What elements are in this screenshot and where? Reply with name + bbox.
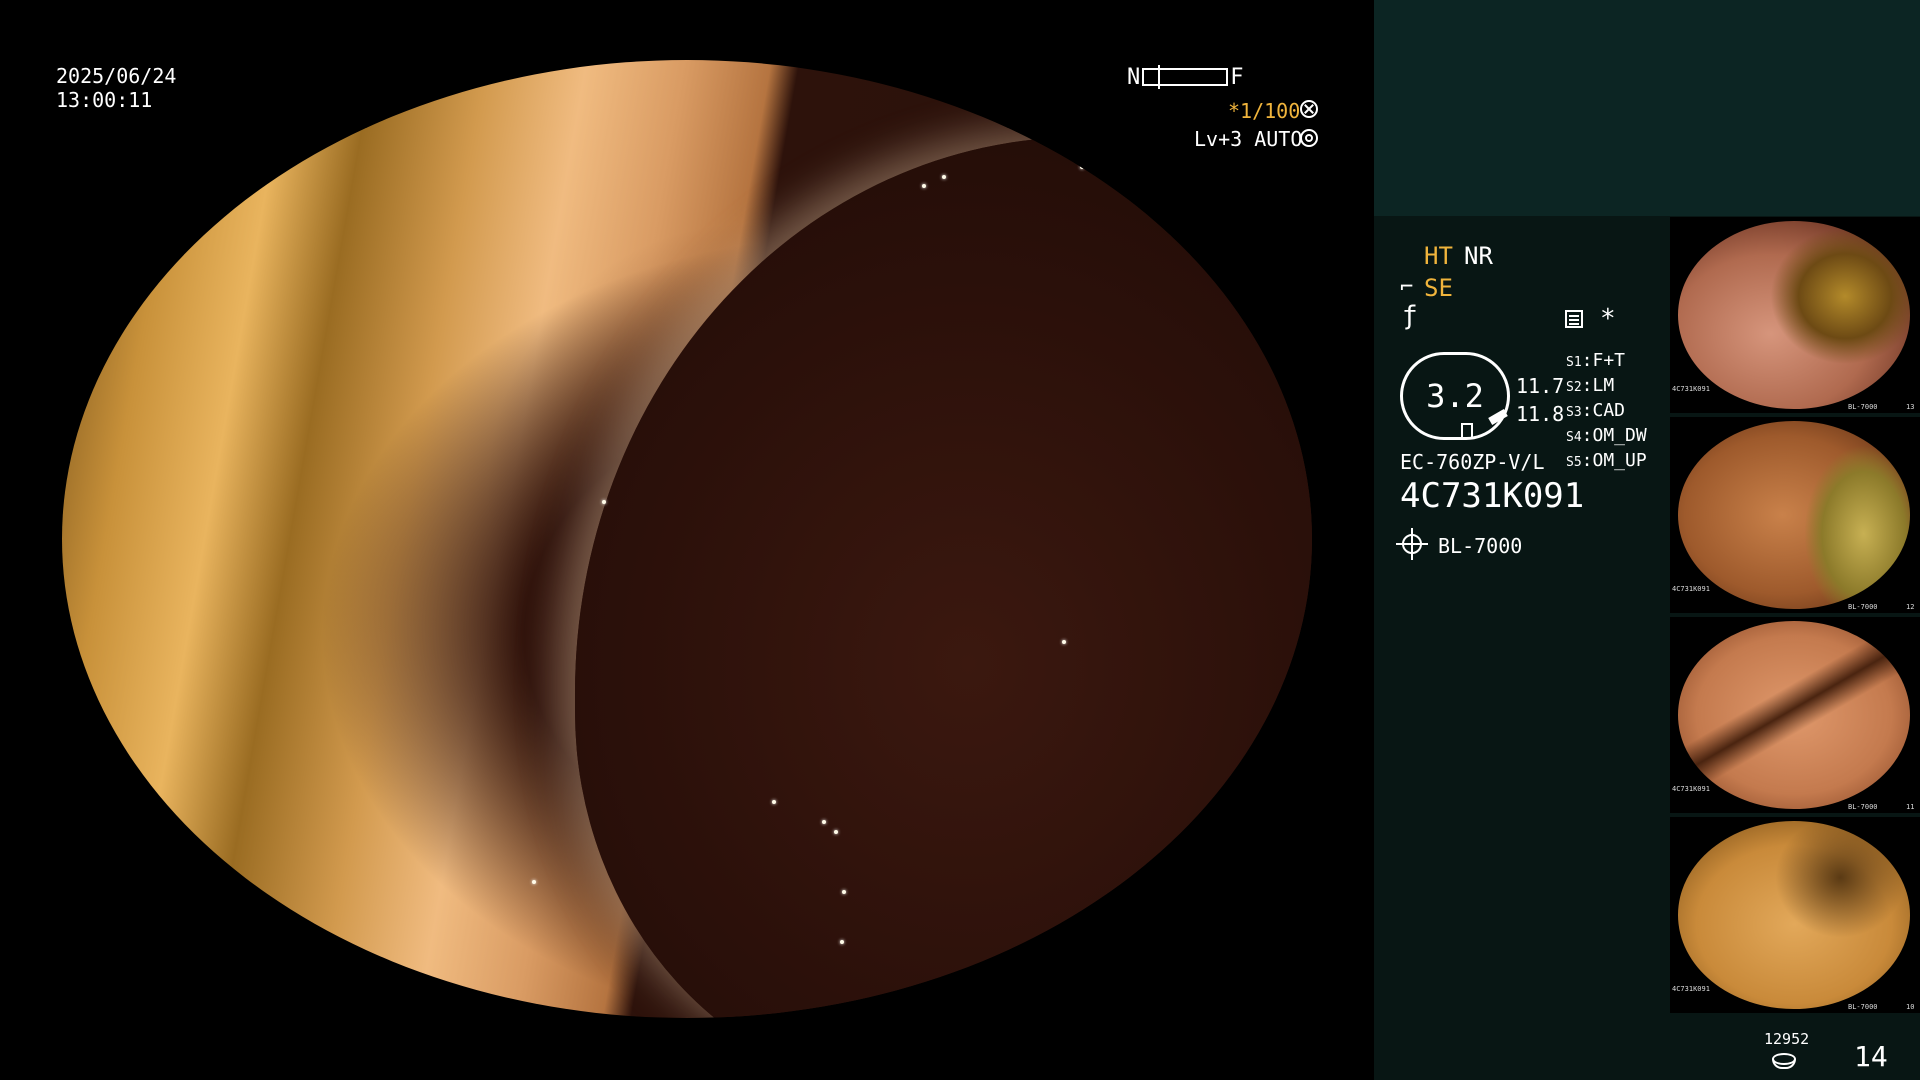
switch-s4: S4:OM_DW	[1566, 425, 1647, 446]
switch-value: LM	[1592, 375, 1615, 396]
asterisk-indicator: *	[1600, 304, 1616, 334]
storage-count: 12952	[1764, 1030, 1810, 1048]
reflection-speck	[1080, 165, 1084, 169]
date-readout: 2025/06/24	[56, 64, 177, 88]
reflection-speck	[602, 500, 606, 504]
switch-value: OM_UP	[1592, 450, 1647, 471]
f-icon: ƒ	[1402, 301, 1418, 331]
scope-badge: 3.2	[1400, 352, 1510, 440]
thumbnail-index: 11	[1906, 803, 1915, 811]
switch-s5: S5:OM_UP	[1566, 450, 1647, 471]
value-1: 11.7	[1516, 374, 1565, 398]
reflection-speck	[822, 820, 826, 824]
ht-indicator: HT	[1424, 242, 1453, 270]
nr-indicator: NR	[1464, 242, 1493, 270]
sheet-icon	[1565, 310, 1583, 328]
thumbnail-item[interactable]: 4C731K091 BL-7000 13	[1670, 217, 1920, 413]
endoscope-view: 2025/06/24 13:00:11 N F *1/100 Lv+3 AUTO	[0, 0, 1374, 1080]
near-label: N	[1127, 64, 1141, 90]
se-indicator: SE	[1424, 274, 1453, 302]
switch-s1: S1:F+T	[1566, 350, 1626, 371]
thumbnail-image	[1678, 421, 1910, 609]
reflection-speck	[772, 800, 776, 804]
thumbnail-serial: 4C731K091	[1672, 585, 1710, 593]
lamp-icon	[1396, 528, 1428, 560]
switch-s3: S3:CAD	[1566, 400, 1626, 421]
thumbnail-item[interactable]: 4C731K091 BL-7000 12	[1670, 417, 1920, 613]
reflection-speck	[532, 880, 536, 884]
reflection-speck	[840, 940, 844, 944]
thumbnail-serial: 4C731K091	[1672, 785, 1710, 793]
endoscope-image	[62, 60, 1312, 1018]
mucosa-region	[574, 136, 1312, 1018]
thumbnail-image	[1678, 221, 1910, 409]
switch-value: CAD	[1592, 400, 1626, 421]
switch-key: S5	[1566, 455, 1582, 470]
focus-indicator: N F	[1127, 64, 1244, 90]
thumbnail-index: 13	[1906, 403, 1915, 411]
switch-value: OM_DW	[1592, 425, 1647, 446]
focus-marker	[1158, 65, 1161, 89]
reflection-speck	[842, 890, 846, 894]
switch-value: F+T	[1592, 350, 1626, 371]
thumbnail-light: BL-7000	[1848, 403, 1878, 411]
reflection-speck	[922, 184, 926, 188]
brightness-level: Lv+3 AUTO	[1194, 127, 1303, 151]
focus-track	[1142, 65, 1229, 89]
thumbnail-light: BL-7000	[1848, 603, 1878, 611]
page-number: 14	[1854, 1040, 1888, 1073]
thumbnail-index: 10	[1906, 1003, 1915, 1011]
light-source: BL-7000	[1438, 534, 1523, 558]
far-label: F	[1230, 64, 1244, 90]
switch-key: S3	[1566, 405, 1582, 420]
reflection-speck	[1062, 640, 1066, 644]
thumbnail-image	[1678, 621, 1910, 809]
scope-badge-value: 3.2	[1426, 377, 1484, 415]
thumbnail-serial: 4C731K091	[1672, 985, 1710, 993]
shutter-speed: *1/100	[1228, 99, 1301, 123]
switch-s2: S2:LM	[1566, 375, 1615, 396]
scope-model: EC-760ZP-V/L	[1400, 450, 1545, 474]
panel-header	[1374, 0, 1920, 216]
switch-key: S2	[1566, 380, 1582, 395]
iris-icon	[1300, 129, 1318, 147]
thumbnail-index: 12	[1906, 603, 1915, 611]
switch-key: S1	[1566, 355, 1582, 370]
reflection-speck	[834, 830, 838, 834]
thumbnail-light: BL-7000	[1848, 803, 1878, 811]
scope-badge-notch	[1461, 423, 1473, 437]
scope-serial: 4C731K091	[1400, 476, 1585, 516]
thumbnail-serial: 4C731K091	[1672, 385, 1710, 393]
thumbnail-light: BL-7000	[1848, 1003, 1878, 1011]
shutter-icon	[1300, 100, 1318, 118]
value-2: 11.8	[1516, 402, 1565, 426]
reflection-speck	[942, 175, 946, 179]
time-readout: 13:00:11	[56, 88, 153, 112]
thumbnail-item[interactable]: 4C731K091 BL-7000 10	[1670, 817, 1920, 1013]
thumbnail-item[interactable]: 4C731K091 BL-7000 11	[1670, 617, 1920, 813]
switch-key: S4	[1566, 430, 1582, 445]
storage-icon	[1772, 1053, 1796, 1069]
se-icon: ⌐	[1400, 275, 1414, 300]
thumbnail-image	[1678, 821, 1910, 1009]
